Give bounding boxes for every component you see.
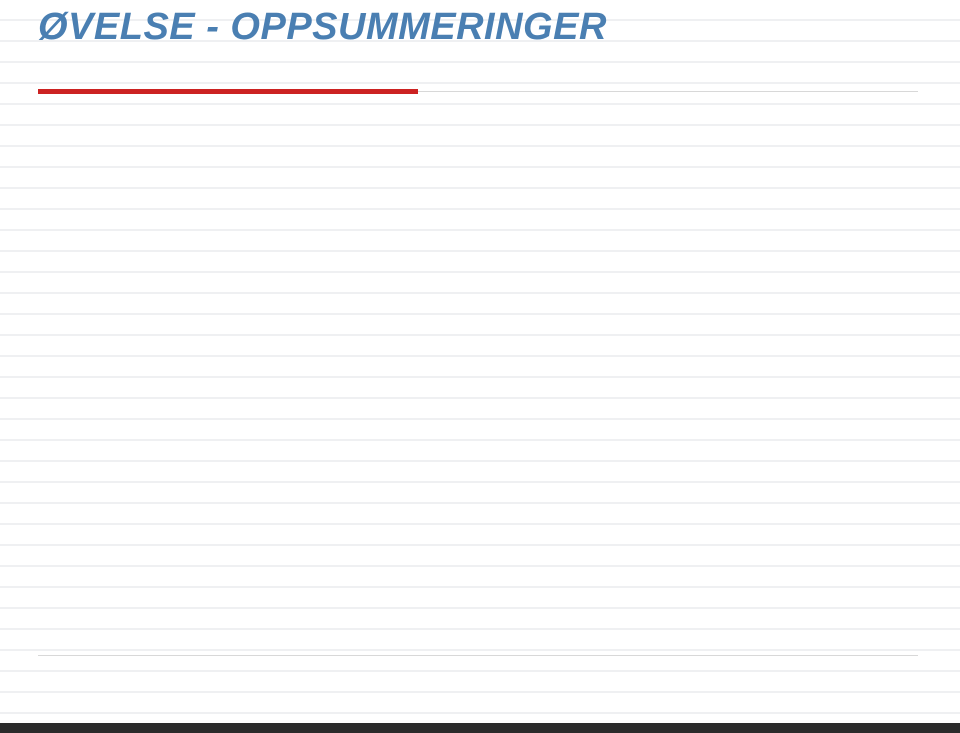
lined-background bbox=[0, 0, 960, 733]
bottom-divider bbox=[38, 655, 918, 656]
footer-bar bbox=[0, 723, 960, 733]
title-underline bbox=[38, 89, 918, 95]
underline-accent bbox=[38, 89, 418, 94]
slide-title: ØVELSE - OPPSUMMERINGER bbox=[38, 6, 607, 49]
slide: ØVELSE - OPPSUMMERINGER bbox=[0, 0, 960, 733]
